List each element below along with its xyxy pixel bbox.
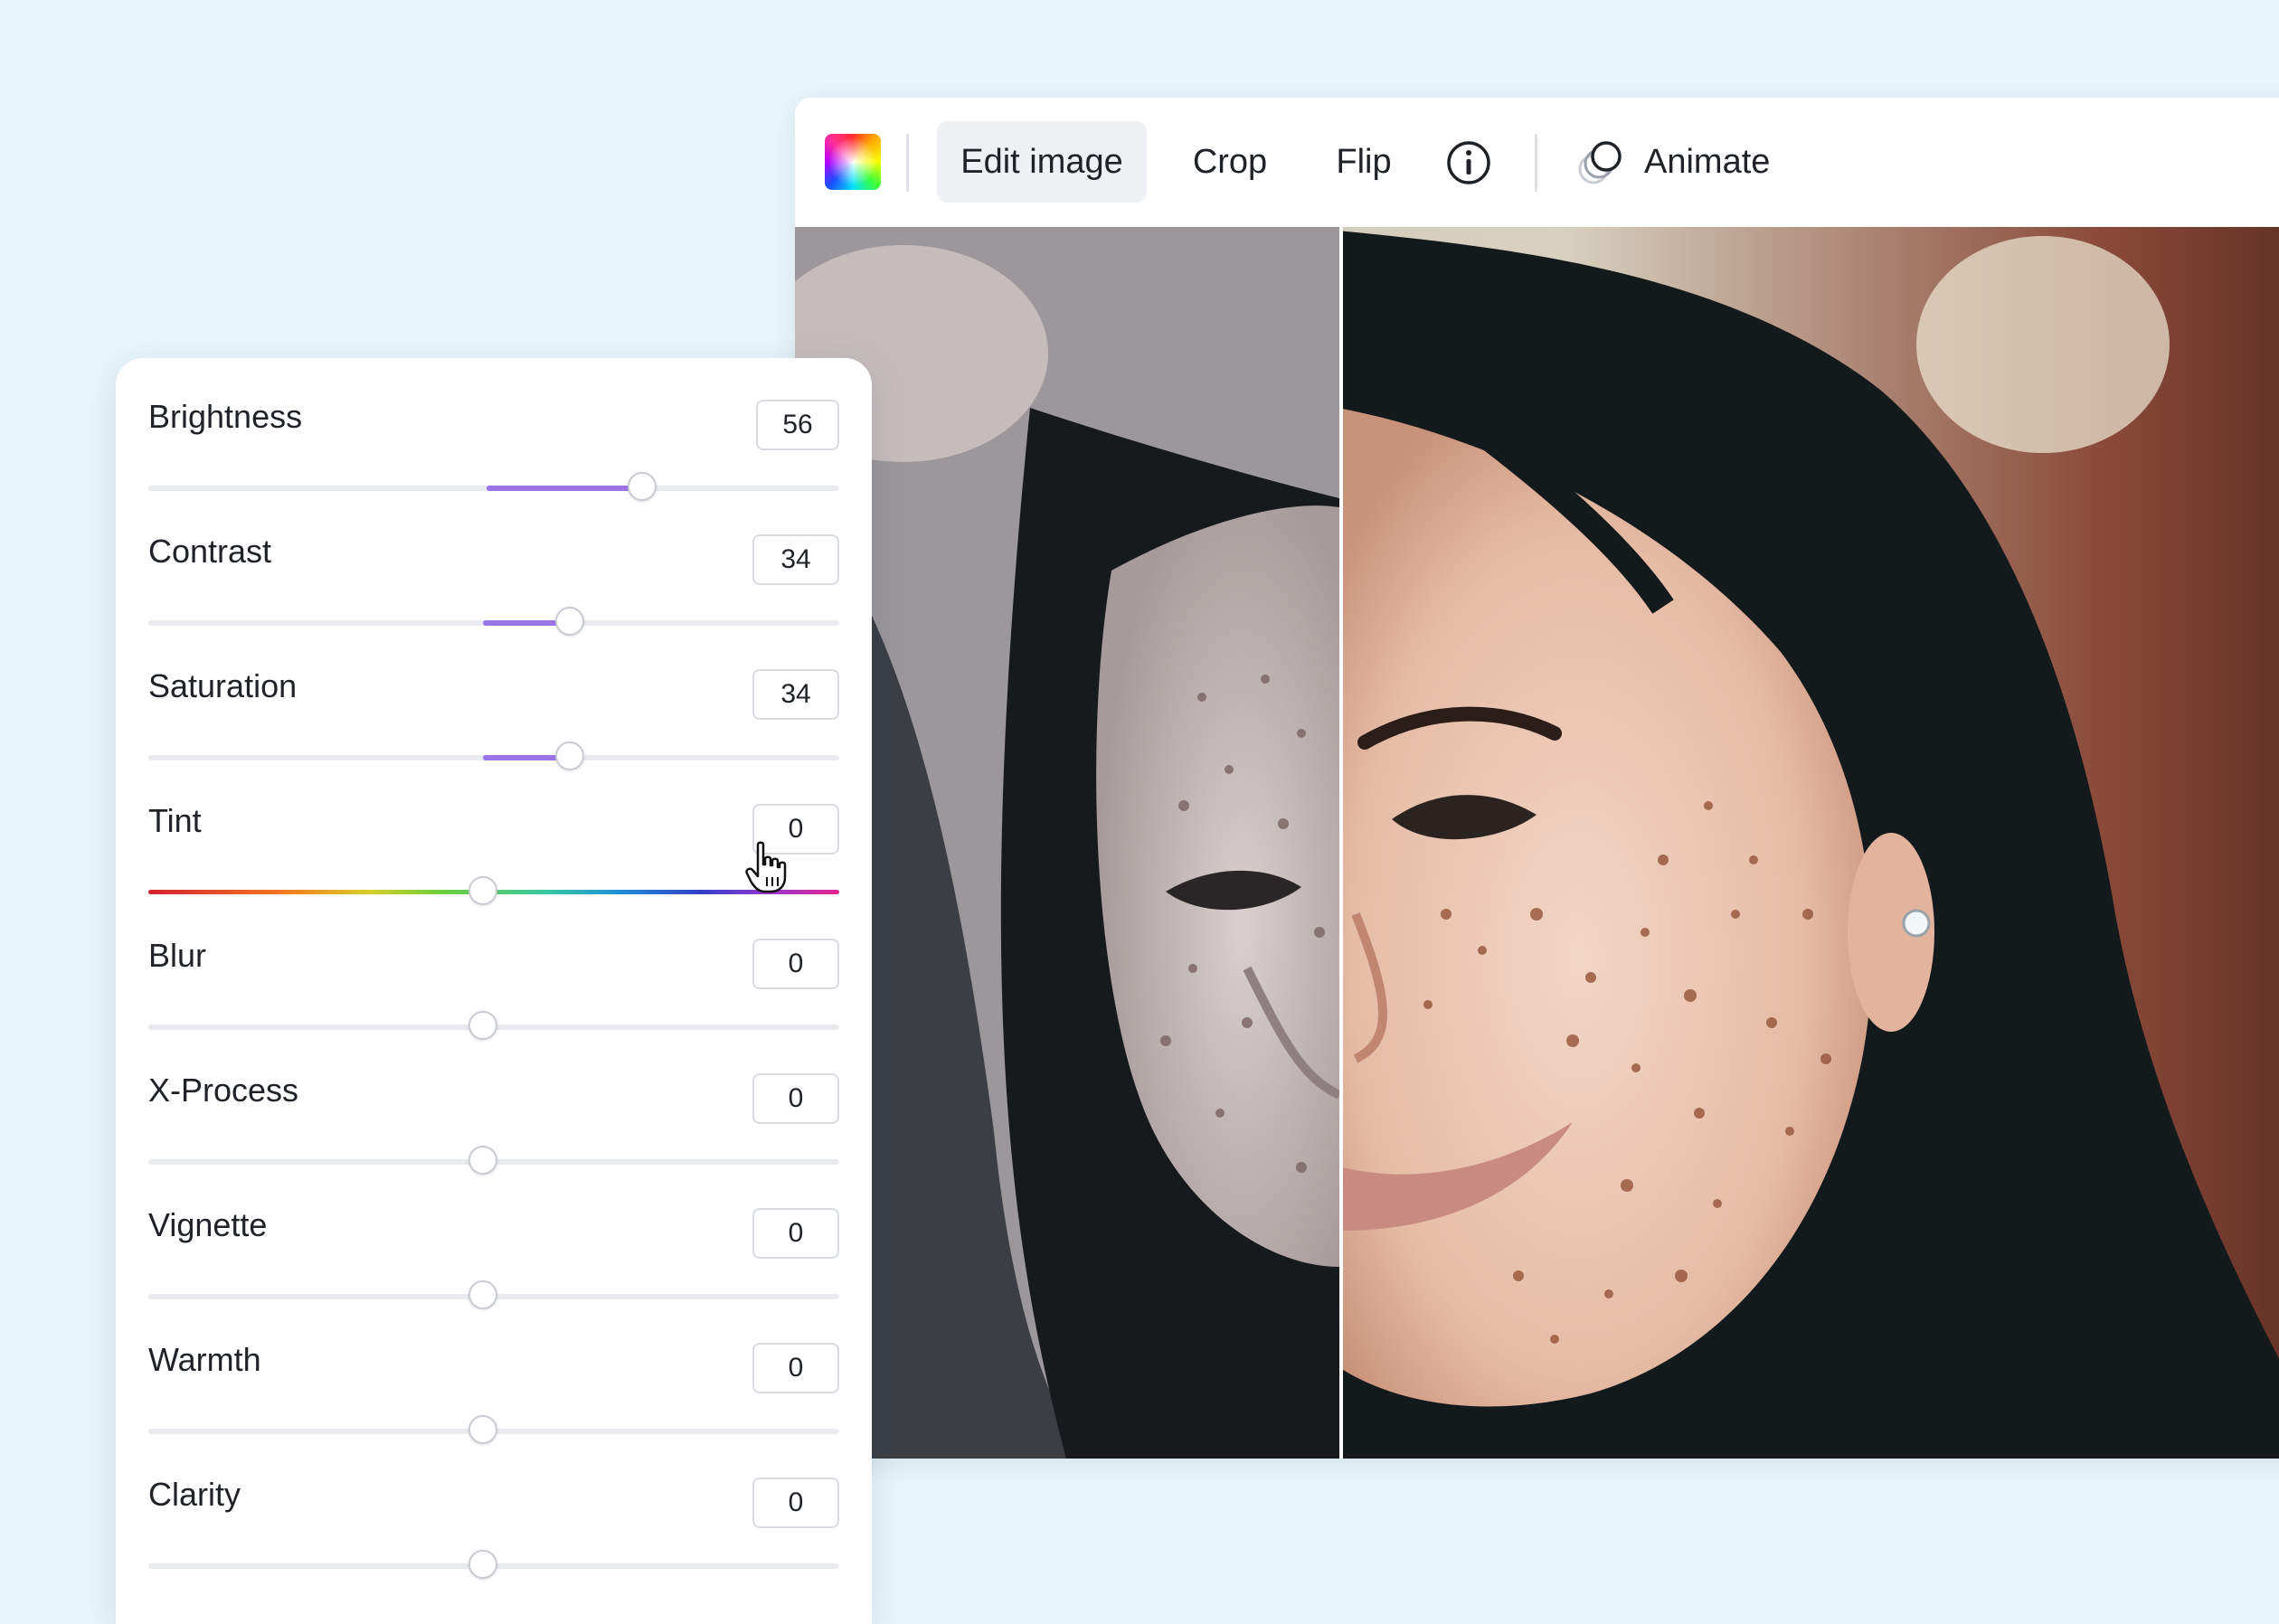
info-icon[interactable] xyxy=(1440,134,1498,192)
toolbar-divider xyxy=(906,134,909,192)
flip-button[interactable]: Flip xyxy=(1309,121,1419,203)
tint-slider[interactable] xyxy=(148,876,839,905)
x-process-slider[interactable] xyxy=(148,1146,839,1175)
vignette-row: Vignette 0 xyxy=(148,1166,839,1309)
warmth-slider[interactable] xyxy=(148,1415,839,1444)
toolbar-divider xyxy=(1535,134,1537,192)
contrast-slider[interactable] xyxy=(148,607,839,636)
edit-image-button[interactable]: Edit image xyxy=(937,121,1147,203)
x-process-value[interactable]: 0 xyxy=(752,1073,839,1124)
clarity-value[interactable]: 0 xyxy=(752,1478,839,1528)
contrast-value[interactable]: 34 xyxy=(752,534,839,585)
saturation-row: Saturation 34 xyxy=(148,628,839,770)
contrast-row: Contrast 34 xyxy=(148,493,839,636)
clarity-slider[interactable] xyxy=(148,1550,839,1579)
brightness-row: Brightness 56 xyxy=(148,358,839,501)
contrast-label: Contrast xyxy=(148,533,272,570)
clarity-row: Clarity 0 xyxy=(148,1436,839,1579)
edit-image-label: Edit image xyxy=(960,142,1123,181)
blur-row: Blur 0 xyxy=(148,897,839,1040)
clarity-thumb[interactable] xyxy=(468,1550,497,1579)
animate-label: Animate xyxy=(1644,142,1771,181)
brightness-slider[interactable] xyxy=(148,472,839,501)
image-toolbar: Edit image Crop Flip Animate xyxy=(795,98,2279,227)
saturation-label: Saturation xyxy=(148,667,298,704)
brightness-value[interactable]: 56 xyxy=(756,400,839,450)
vignette-value[interactable]: 0 xyxy=(752,1208,839,1259)
before-after-photo[interactable] xyxy=(795,227,2279,1459)
tint-label: Tint xyxy=(148,802,202,839)
blur-label: Blur xyxy=(148,937,207,974)
split-divider xyxy=(1339,227,1343,1459)
x-process-row: X-Process 0 xyxy=(148,1032,839,1175)
blur-slider[interactable] xyxy=(148,1011,839,1040)
crop-button[interactable]: Crop xyxy=(1166,121,1294,203)
flip-label: Flip xyxy=(1336,142,1392,181)
hand-pointer-icon xyxy=(745,841,787,893)
saturation-slider[interactable] xyxy=(148,741,839,770)
warmth-value[interactable]: 0 xyxy=(752,1343,839,1393)
color-wheel-icon[interactable] xyxy=(825,134,881,190)
crop-label: Crop xyxy=(1192,142,1268,181)
brightness-fill xyxy=(487,486,642,491)
warmth-row: Warmth 0 xyxy=(148,1301,839,1444)
vignette-label: Vignette xyxy=(148,1206,268,1243)
animate-icon xyxy=(1578,141,1622,184)
animate-button[interactable]: Animate xyxy=(1574,121,1770,203)
tint-row: Tint 0 xyxy=(148,762,839,905)
x-process-label: X-Process xyxy=(148,1072,299,1109)
saturation-value[interactable]: 34 xyxy=(752,669,839,720)
image-editor-window: Edit image Crop Flip Animate xyxy=(795,98,2279,1459)
brightness-label: Brightness xyxy=(148,398,303,435)
adjust-panel: Brightness 56 Contrast 34 Saturation 34 … xyxy=(116,358,872,1624)
clarity-label: Clarity xyxy=(148,1476,241,1513)
warmth-label: Warmth xyxy=(148,1341,261,1378)
portrait-photo xyxy=(795,227,2279,1459)
blur-value[interactable]: 0 xyxy=(752,939,839,989)
vignette-slider[interactable] xyxy=(148,1280,839,1309)
